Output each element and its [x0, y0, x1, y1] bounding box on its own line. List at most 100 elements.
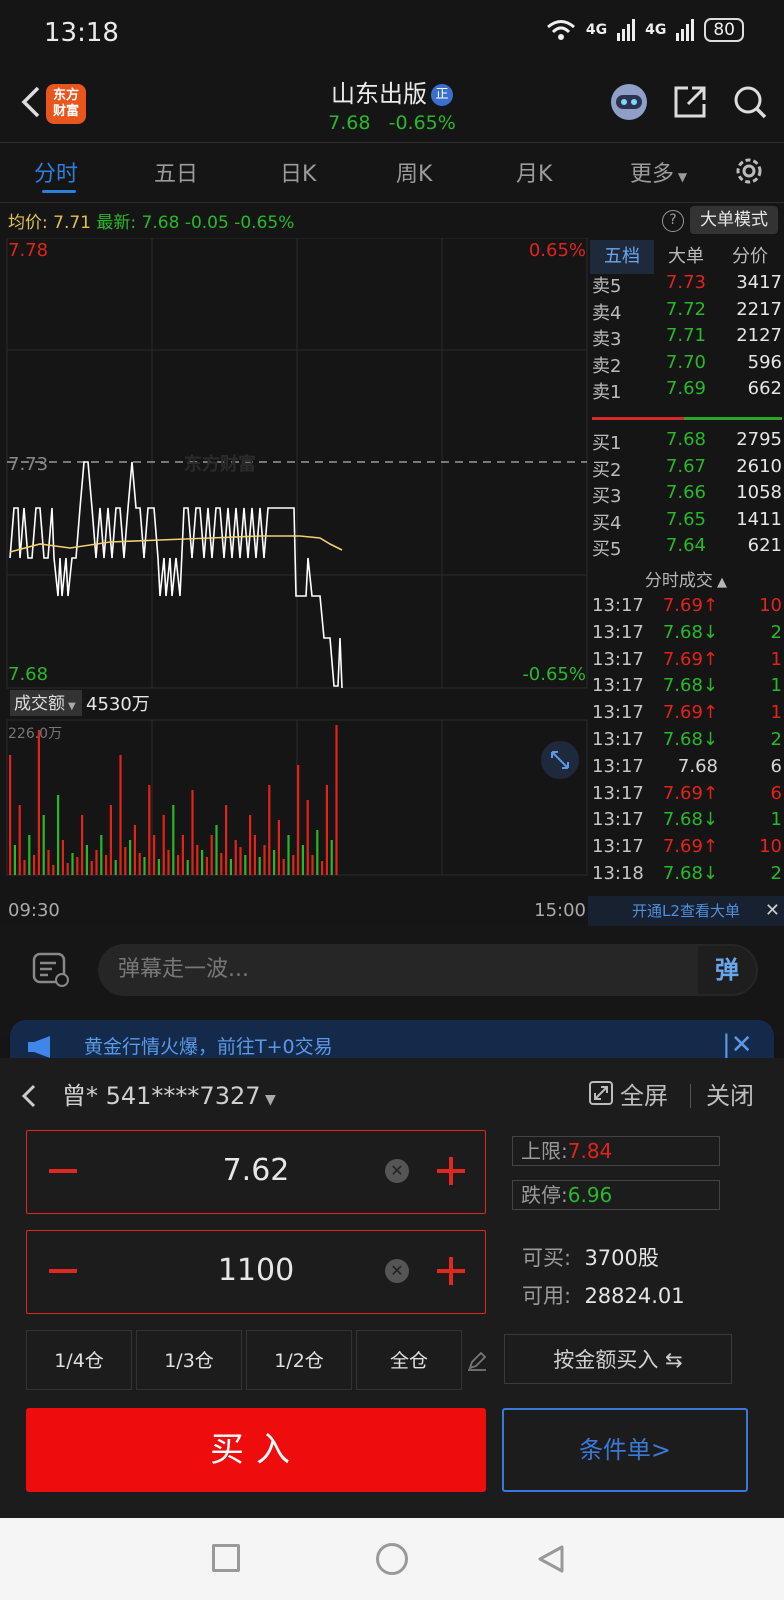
buy-button[interactable]: 买入 — [26, 1408, 486, 1492]
danmaku-settings-icon[interactable] — [30, 950, 72, 990]
account-selector[interactable]: 曾* 541****7327 ▼ — [62, 1076, 276, 1111]
tick-volume: 1 — [770, 702, 782, 724]
level-price: 7.66 — [665, 482, 706, 503]
tick-time: 13:17 — [592, 702, 644, 724]
bid-level-row[interactable]: 买3 7.66 1058 — [592, 482, 782, 508]
buy-by-amount-button[interactable]: 按金额买入 ⇆ — [504, 1334, 732, 1384]
volume-bar — [210, 835, 213, 875]
caret-up-icon: ▲ — [712, 575, 728, 590]
level-price: 7.70 — [665, 351, 706, 373]
tab-weekly-k[interactable]: 周K — [396, 156, 432, 188]
tab-price-dist[interactable]: 分价 — [718, 240, 782, 274]
volume-bar — [201, 850, 204, 875]
quantity-input[interactable]: 1100 — [27, 1253, 485, 1288]
chevron-left-icon[interactable] — [16, 1078, 40, 1114]
position-quarter-button[interactable]: 1/4仓 — [26, 1330, 132, 1390]
tab-five-day[interactable]: 五日 — [154, 156, 198, 188]
verified-badge-icon: 正 — [431, 84, 453, 106]
conditional-order-button[interactable]: 条件单> — [502, 1408, 748, 1492]
help-icon[interactable]: ? — [662, 210, 684, 232]
y-low-label: 7.68 — [8, 664, 48, 685]
l2-upgrade-bar[interactable]: 开通L2查看大单 ✕ — [588, 896, 784, 926]
orderbook-tabs: 五档 大单 分价 — [590, 240, 782, 274]
volume-bar — [297, 765, 300, 875]
volume-bar — [114, 860, 117, 875]
stock-price: 7.68 — [328, 112, 371, 134]
level-price: 7.64 — [665, 535, 706, 556]
danmaku-input[interactable]: 弹幕走一波... — [98, 944, 758, 996]
bid-level-row[interactable]: 买5 7.64 621 — [592, 535, 782, 561]
fullscreen-button[interactable]: 全屏 — [620, 1076, 668, 1111]
status-icons: 4G 4G 80 — [546, 18, 744, 42]
clear-icon[interactable]: ✕ — [385, 1259, 409, 1283]
tick-time: 13:17 — [592, 595, 644, 616]
plus-icon[interactable] — [449, 1257, 453, 1285]
share-icon[interactable] — [672, 84, 708, 120]
bid-level-row[interactable]: 买1 7.68 2795 — [592, 429, 782, 455]
search-icon[interactable] — [732, 84, 768, 120]
tab-more[interactable]: 更多 ▼ — [630, 156, 687, 188]
level-volume: 2795 — [736, 429, 782, 450]
volume-bar — [143, 857, 146, 875]
tab-monthly-k[interactable]: 月K — [516, 156, 552, 188]
trades-header[interactable]: 分时成交 ▲ — [588, 566, 784, 591]
intraday-chart[interactable]: 东方财富 7.78 7.73 7.68 0.65% -0.65% 成交额 ▼ 4… — [0, 238, 588, 928]
bid-level-row[interactable]: 买4 7.65 1411 — [592, 509, 782, 535]
ask-level-row[interactable]: 卖5 7.73 3417 — [592, 272, 782, 298]
level-volume: 2610 — [736, 455, 782, 477]
tab-intraday[interactable]: 分时 — [34, 156, 78, 188]
volume-bar — [109, 805, 112, 875]
ask-level-row[interactable]: 卖3 7.71 2127 — [592, 325, 782, 351]
trade-tick-row: 13:17 7.69↑ 6 — [592, 783, 782, 810]
volume-bar — [287, 835, 290, 875]
position-third-button[interactable]: 1/3仓 — [136, 1330, 242, 1390]
stock-change: -0.65% — [388, 112, 456, 134]
big-order-mode-button[interactable]: 大单模式 — [690, 206, 778, 234]
level-volume: 1411 — [736, 508, 782, 530]
volume-max-label: 226.0万 — [8, 726, 62, 742]
price-input[interactable]: 7.62 — [27, 1153, 485, 1188]
danmaku-send-button[interactable]: 弹 — [698, 946, 756, 994]
robot-assistant-icon[interactable] — [608, 82, 650, 122]
promo-banner-text[interactable]: 黄金行情火爆，前往T+0交易 — [84, 1032, 333, 1059]
level-price: 7.73 — [665, 272, 706, 293]
fullscreen-icon[interactable] — [588, 1080, 614, 1106]
tick-price: 7.68 — [677, 755, 718, 777]
latest-label: 最新: — [96, 213, 137, 233]
can-buy-value: 3700股 — [584, 1246, 659, 1270]
level-price: 7.65 — [665, 508, 706, 530]
home-icon[interactable] — [376, 1543, 408, 1575]
tab-big-orders[interactable]: 大单 — [654, 240, 718, 274]
clear-icon[interactable]: ✕ — [385, 1159, 409, 1183]
volume-bar — [335, 725, 338, 875]
level-price: 7.67 — [665, 455, 706, 477]
volume-bar — [18, 805, 21, 875]
ask-level-row[interactable]: 卖1 7.69 662 — [592, 378, 782, 404]
position-full-button[interactable]: 全仓 — [356, 1330, 462, 1390]
level-price: 7.72 — [665, 298, 706, 320]
close-panel-button[interactable]: 关闭 — [706, 1076, 754, 1111]
volume-bar — [33, 855, 36, 875]
volume-bar — [52, 865, 55, 875]
tab-five-levels[interactable]: 五档 — [590, 240, 654, 274]
volume-bar — [100, 835, 103, 875]
recent-apps-icon[interactable] — [212, 1544, 240, 1572]
tick-price: 7.68↓ — [662, 675, 718, 697]
position-half-button[interactable]: 1/2仓 — [246, 1330, 352, 1390]
level-price: 7.69 — [665, 378, 706, 399]
bid-level-row[interactable]: 买2 7.67 2610 — [592, 456, 782, 482]
gear-icon[interactable] — [732, 154, 766, 188]
divider — [0, 202, 784, 203]
tick-time: 13:17 — [592, 836, 644, 858]
close-icon[interactable]: |✕ — [722, 1030, 753, 1060]
nav-back-icon[interactable] — [536, 1544, 566, 1574]
ask-level-row[interactable]: 卖4 7.72 2217 — [592, 299, 782, 325]
tick-price: 7.69↑ — [662, 836, 718, 858]
trade-tick-row: 13:17 7.68↓ 2 — [592, 729, 782, 756]
edit-icon[interactable] — [466, 1350, 488, 1372]
tab-daily-k[interactable]: 日K — [280, 156, 316, 188]
tick-volume: 2 — [770, 621, 782, 643]
ask-level-row[interactable]: 卖2 7.70 596 — [592, 352, 782, 378]
plus-icon[interactable] — [449, 1157, 453, 1185]
status-bar: 13:18 4G 4G 80 — [0, 0, 784, 64]
